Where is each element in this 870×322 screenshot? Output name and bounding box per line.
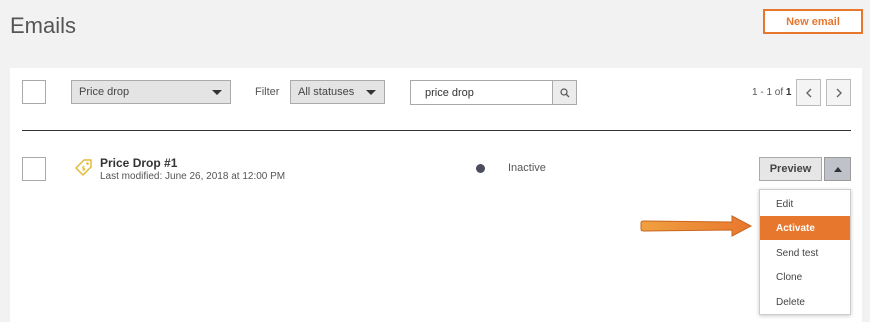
select-all-checkbox[interactable] bbox=[22, 80, 46, 104]
category-select[interactable]: Price drop bbox=[71, 80, 231, 104]
status-indicator bbox=[476, 164, 485, 173]
caret-down-icon bbox=[366, 90, 376, 95]
actions-menu: Edit Activate Send test Clone Delete bbox=[759, 189, 851, 315]
new-email-button[interactable]: New email bbox=[763, 9, 863, 34]
pointer-arrow-icon bbox=[640, 215, 753, 237]
caret-up-icon bbox=[833, 166, 842, 172]
pagination-info: 1 - 1 of 1 bbox=[752, 87, 791, 98]
search-button[interactable] bbox=[552, 80, 577, 105]
category-select-value: Price drop bbox=[79, 86, 130, 98]
pagination-prefix: 1 - 1 of bbox=[752, 87, 786, 98]
menu-item-send-test[interactable]: Send test bbox=[760, 241, 850, 265]
svg-text:$: $ bbox=[82, 166, 86, 173]
caret-down-icon bbox=[212, 90, 222, 95]
next-page-button[interactable] bbox=[826, 79, 851, 106]
email-row-checkbox[interactable] bbox=[22, 157, 46, 181]
divider bbox=[22, 130, 851, 131]
email-title[interactable]: Price Drop #1 bbox=[100, 156, 177, 170]
previous-page-button[interactable] bbox=[796, 79, 821, 106]
search-icon bbox=[559, 87, 569, 97]
status-select-value: All statuses bbox=[298, 86, 355, 98]
tag-icon: $ bbox=[75, 159, 92, 176]
pagination-total: 1 bbox=[785, 87, 792, 98]
status-select[interactable]: All statuses bbox=[290, 80, 385, 104]
emails-panel bbox=[10, 68, 862, 322]
actions-menu-toggle[interactable] bbox=[824, 157, 851, 181]
email-last-modified: Last modified: June 26, 2018 at 12:00 PM bbox=[100, 171, 286, 182]
menu-item-clone[interactable]: Clone bbox=[760, 265, 850, 289]
menu-item-delete[interactable]: Delete bbox=[760, 290, 850, 314]
search-input-value: price drop bbox=[425, 86, 474, 99]
chevron-left-icon bbox=[805, 88, 811, 97]
chevron-right-icon bbox=[836, 88, 842, 97]
filter-label: Filter bbox=[255, 86, 280, 98]
menu-item-activate[interactable]: Activate bbox=[760, 216, 850, 240]
search-input[interactable]: price drop bbox=[410, 80, 552, 105]
menu-item-edit[interactable]: Edit bbox=[760, 192, 850, 216]
page-title: Emails bbox=[10, 13, 77, 38]
status-text: Inactive bbox=[508, 162, 546, 174]
preview-button[interactable]: Preview bbox=[759, 157, 822, 181]
